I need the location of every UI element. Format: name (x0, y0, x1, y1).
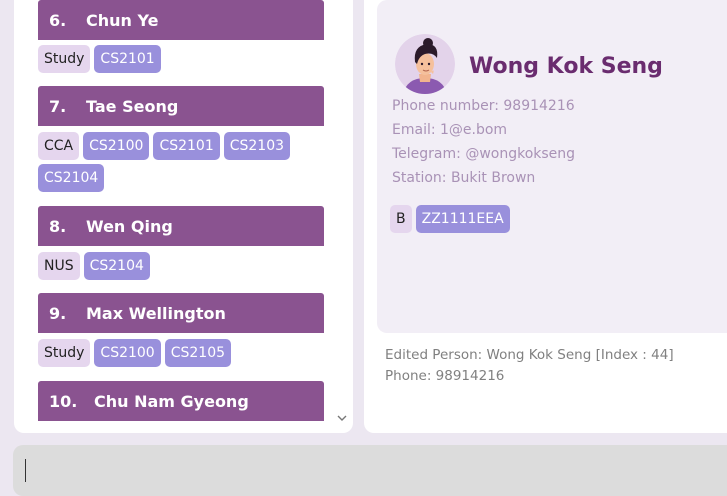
person-name: Max Wellington (86, 303, 226, 323)
module-tag: CS2100 (83, 132, 150, 160)
person-card-header[interactable]: 6. Chun Ye (38, 0, 324, 40)
person-index: 6. (49, 10, 67, 30)
group-tag: Study (38, 45, 91, 73)
phone-field: Phone number: 98914216 (392, 98, 575, 114)
group-tag: Study (38, 339, 91, 367)
person-detail-panel: Wong Kok Seng Phone number: 98914216 Ema… (364, 0, 727, 433)
group-tag: CCA (38, 132, 80, 160)
person-tags: Study CS2100 CS2105 (38, 339, 328, 367)
result-display: Edited Person: Wong Kok Seng [Index : 44… (385, 345, 674, 387)
person-index: 9. (49, 303, 67, 323)
person-tags: CCA CS2100 CS2101 CS2103 CS2104 (38, 132, 328, 192)
module-tag: CS2104 (83, 252, 150, 280)
result-line: Edited Person: Wong Kok Seng [Index : 44… (385, 347, 674, 363)
person-list-panel[interactable]: 6. Chun Ye Study CS2101 7. Tae Seong CCA… (14, 0, 353, 433)
person-index: 10. (49, 391, 78, 411)
email-field: Email: 1@e.bom (392, 122, 508, 138)
person-detail-tags: B ZZ1111EEA (390, 205, 510, 233)
person-card-header[interactable]: 10. Chu Nam Gyeong (38, 381, 324, 421)
chevron-down-icon[interactable] (335, 411, 349, 425)
person-tags: NUS CS2104 (38, 252, 328, 280)
app-window: 6. Chun Ye Study CS2101 7. Tae Seong CCA… (0, 0, 727, 496)
avatar (395, 34, 455, 94)
telegram-field: Telegram: @wongkokseng (392, 146, 576, 162)
person-index: 8. (49, 216, 67, 236)
person-index: 7. (49, 96, 67, 116)
command-input[interactable] (13, 445, 727, 496)
group-tag: B (390, 205, 412, 233)
person-card-header[interactable]: 9. Max Wellington (38, 293, 324, 333)
result-line: Phone: 98914216 (385, 368, 505, 384)
module-tag: CS2103 (223, 132, 291, 160)
module-tag: CS2105 (164, 339, 232, 367)
person-card-header[interactable]: 7. Tae Seong (38, 86, 324, 126)
person-card-header[interactable]: 8. Wen Qing (38, 206, 324, 246)
profile-card: Wong Kok Seng Phone number: 98914216 Ema… (377, 0, 727, 333)
group-tag: NUS (38, 252, 80, 280)
module-tag: ZZ1111EEA (415, 205, 510, 233)
station-field: Station: Bukit Brown (392, 170, 536, 186)
person-name: Tae Seong (86, 96, 179, 116)
person-detail-name: Wong Kok Seng (469, 54, 663, 79)
avatar-illustration (395, 34, 455, 94)
person-name: Chu Nam Gyeong (94, 391, 249, 411)
module-tag: CS2100 (94, 339, 161, 367)
text-caret (25, 459, 26, 482)
person-tags: Study CS2101 (38, 45, 328, 73)
module-tag: CS2101 (94, 45, 161, 73)
person-name: Wen Qing (86, 216, 173, 236)
module-tag: CS2104 (38, 164, 105, 192)
module-tag: CS2101 (153, 132, 220, 160)
person-name: Chun Ye (86, 10, 159, 30)
